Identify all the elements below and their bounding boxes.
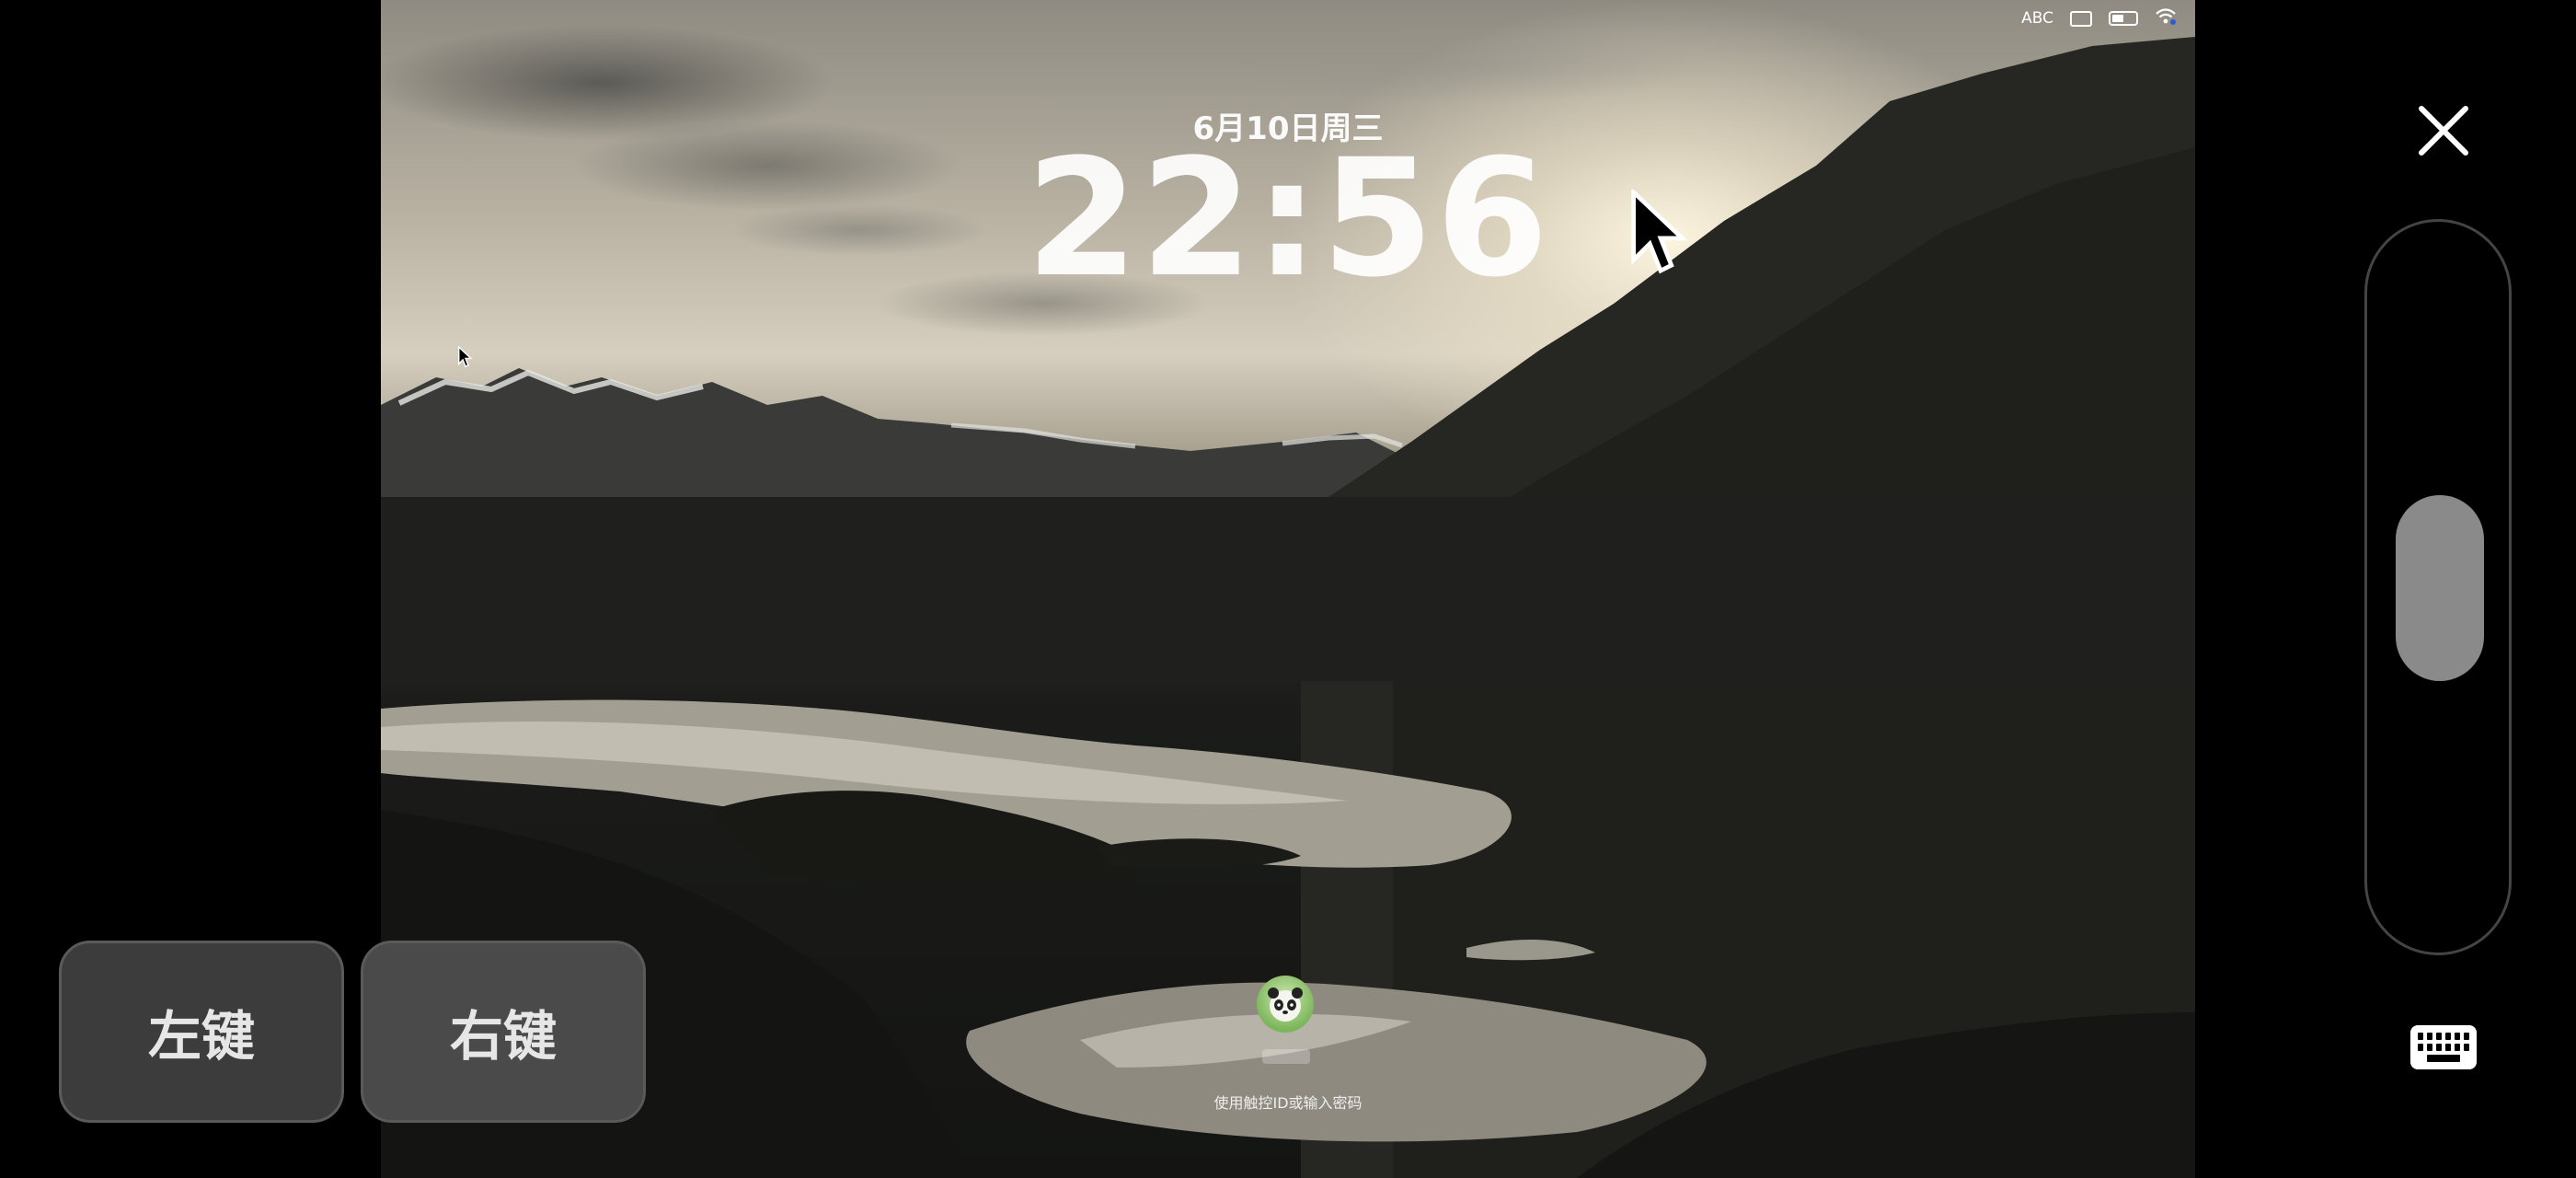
right-click-button[interactable]: 右键 (361, 941, 646, 1123)
remote-desktop-view[interactable]: ABC 6月10日周三 22:56 使用触控ID或输入密码 (381, 0, 2195, 1178)
keyboard-icon (2070, 10, 2092, 27)
wifi-icon (2155, 7, 2177, 29)
lock-screen-time: 22:56 (1025, 124, 1551, 313)
battery-icon (2109, 11, 2138, 26)
close-button[interactable] (2416, 103, 2471, 158)
panda-avatar-icon (1268, 987, 1303, 1022)
scroll-wheel-thumb[interactable] (2396, 495, 2484, 681)
close-icon (2419, 106, 2468, 156)
login-hint-text: 使用触控ID或输入密码 (1213, 1094, 1363, 1112)
left-click-button[interactable]: 左键 (59, 941, 344, 1123)
user-name-placeholder (1262, 1049, 1310, 1064)
keyboard-button[interactable] (2410, 1025, 2477, 1069)
input-source-label: ABC (2021, 9, 2053, 28)
small-pointer-icon (458, 346, 473, 368)
menu-status-bar: ABC (2021, 7, 2177, 29)
user-avatar[interactable] (1257, 976, 1314, 1033)
remote-pointer-icon (1631, 190, 1688, 274)
